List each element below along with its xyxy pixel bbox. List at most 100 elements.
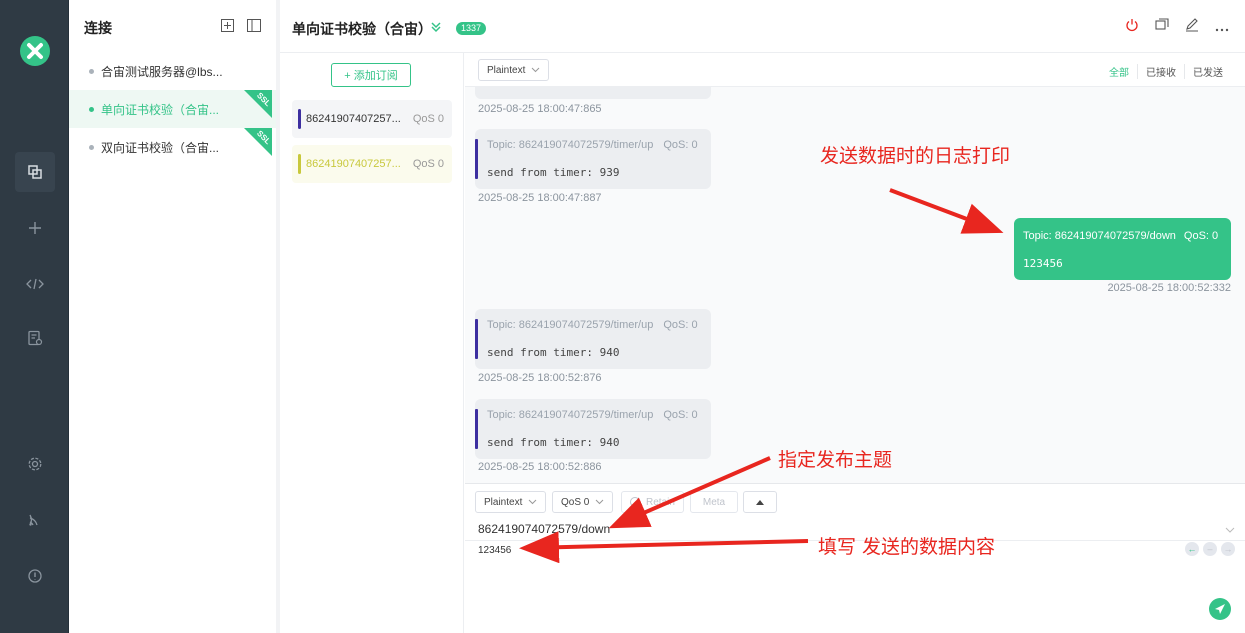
filter-received[interactable]: 已接收 [1137, 64, 1184, 79]
connection-label: 单向证书校验（合宙... [101, 102, 220, 117]
meta-label: Meta [702, 496, 726, 508]
chevron-down-icon [596, 499, 604, 505]
filter-all[interactable]: 全部 [1101, 64, 1137, 79]
sidebar-rail [0, 0, 69, 633]
message-time: 2025-08-25 18:00:52:886 [478, 461, 602, 473]
retain-label: Retain [646, 496, 675, 508]
message-time: 2025-08-25 18:00:47:865 [478, 103, 602, 115]
chevron-down-icon [532, 67, 540, 73]
chevron-down-icon [529, 499, 537, 505]
message-qos: QoS: 0 [663, 319, 698, 331]
subscription-item[interactable]: 86241907407257... QoS 0 [292, 100, 452, 138]
meta-button[interactable]: Meta [690, 491, 738, 513]
subscription-topic: 86241907407257... [306, 158, 401, 170]
message-time: 2025-08-25 18:00:52:876 [478, 372, 602, 384]
more-icon[interactable] [1215, 19, 1229, 37]
annotation-payload: 填写 发送的数据内容 [818, 536, 996, 558]
message-payload: send from timer: 939 [487, 166, 620, 179]
subscription-qos: QoS 0 [412, 158, 444, 170]
connection-header: 单向证书校验（合宙） 1337 [280, 0, 1245, 53]
retain-radio[interactable] [630, 497, 640, 507]
status-dot [89, 106, 94, 112]
message-topic: Topic: 862419074072579/down [1023, 230, 1176, 242]
chevron-down-icon[interactable] [1225, 520, 1235, 538]
plus-icon[interactable] [0, 208, 69, 248]
subscription-qos: QoS 0 [412, 113, 444, 125]
message-topic: Topic: 862419074072579/timer/up [487, 319, 654, 331]
connection-item-active[interactable]: 单向证书校验（合宙... SSL [69, 90, 276, 128]
script-icon[interactable] [0, 264, 69, 304]
message-qos: QoS: 0 [1183, 230, 1219, 242]
topic-color-bar [475, 319, 478, 359]
format-select[interactable]: Plaintext [478, 59, 550, 81]
message-topic-line: Topic: 862419074072579/down QoS: 0 [1023, 230, 1218, 242]
message-topic-line: Topic: 862419074072579/timer/up QoS: 0 [487, 139, 698, 151]
message-bubble-received[interactable]: Topic: 862419074072579/timer/up QoS: 0 se… [475, 309, 711, 369]
subscription-item[interactable]: 86241907407257... QoS 0 [292, 145, 452, 183]
subscription-color-bar [298, 154, 301, 174]
connections-icon[interactable] [15, 152, 55, 192]
status-dot [89, 68, 94, 74]
message-bubble-received[interactable]: Topic: 862419074072579/timer/up QoS: 0 se… [475, 129, 711, 189]
message-time: 2025-08-25 18:00:52:332 [1107, 282, 1231, 294]
connection-item[interactable]: 双向证书校验（合宙... SSL [69, 128, 276, 166]
message-bubble-partial [475, 87, 711, 99]
message-list[interactable]: Plaintext 全部 已接收 已发送 2025-08-25 18:00:47… [465, 53, 1245, 483]
new-connection-icon[interactable] [221, 19, 234, 37]
add-subscription-button[interactable]: + 添加订阅 [331, 63, 411, 87]
edit-icon[interactable] [1185, 18, 1199, 37]
minus-icon[interactable]: – [1203, 542, 1217, 556]
qos-select[interactable]: QoS 0 [552, 491, 614, 513]
message-toolbar: Plaintext 全部 已接收 已发送 [465, 53, 1245, 87]
message-topic-line: Topic: 862419074072579/timer/up QoS: 0 [487, 319, 698, 331]
connections-title: 连接 [84, 20, 112, 36]
feed-icon[interactable] [0, 500, 69, 540]
message-time: 2025-08-25 18:00:47:887 [478, 192, 602, 204]
topic-color-bar [475, 139, 478, 179]
filter-sent[interactable]: 已发送 [1184, 64, 1231, 79]
page-title: 单向证书校验（合宙） [292, 21, 432, 37]
send-icon [1215, 604, 1225, 614]
info-icon[interactable] [0, 556, 69, 596]
message-topic: Topic: 862419074072579/timer/up [487, 139, 654, 151]
settings-icon[interactable] [0, 444, 69, 484]
message-bubble-received[interactable]: Topic: 862419074072579/timer/up QoS: 0 se… [475, 399, 711, 459]
message-payload: send from timer: 940 [487, 346, 620, 359]
send-button[interactable] [1209, 598, 1231, 620]
message-bubble-sent[interactable]: Topic: 862419074072579/down QoS: 0 123456 [1014, 218, 1231, 280]
caret-up-icon [756, 499, 764, 505]
connection-item[interactable]: 合宙测试服务器@lbs... [69, 52, 276, 90]
connection-label: 双向证书校验（合宙... [101, 140, 220, 155]
log-icon[interactable] [0, 318, 69, 358]
annotation-topic: 指定发布主题 [778, 449, 893, 471]
message-count-badge: 1337 [456, 22, 487, 35]
message-filters: 全部 已接收 已发送 [1101, 64, 1231, 79]
message-topic-line: Topic: 862419074072579/timer/up QoS: 0 [487, 409, 698, 421]
layout-toggle-icon[interactable] [247, 19, 261, 37]
payload-format-value: Plaintext [484, 496, 523, 508]
arrow-left-icon[interactable]: ← [1185, 542, 1199, 556]
status-dot [89, 144, 94, 150]
message-payload: send from timer: 940 [487, 436, 620, 449]
new-window-icon[interactable] [1155, 18, 1169, 37]
subscription-topic: 86241907407257... [306, 113, 401, 125]
topic-color-bar [475, 409, 478, 449]
subscriptions-panel: + 添加订阅 86241907407257... QoS 0 862419074… [280, 53, 464, 633]
history-nav: ← – → [1185, 542, 1235, 556]
arrow-right-icon[interactable]: → [1221, 542, 1235, 556]
format-select-value: Plaintext [487, 64, 526, 76]
message-topic: Topic: 862419074072579/timer/up [487, 409, 654, 421]
connection-label: 合宙测试服务器@lbs... [101, 64, 223, 79]
chevron-double-down-icon[interactable] [430, 20, 442, 38]
qos-select-value: QoS 0 [561, 496, 590, 508]
expand-button[interactable] [743, 491, 777, 513]
message-payload: 123456 [1023, 257, 1063, 270]
power-icon[interactable] [1125, 18, 1139, 37]
message-qos: QoS: 0 [663, 139, 698, 151]
annotation-log: 发送数据时的日志打印 [820, 145, 1011, 167]
connections-panel: 连接 合宙测试服务器@lbs... 单向证书校验（合宙... SSL 双向证书校… [69, 0, 276, 633]
subscription-color-bar [298, 109, 301, 129]
payload-format-select[interactable]: Plaintext [475, 491, 547, 513]
retain-toggle[interactable]: Retain [621, 491, 684, 513]
logo-icon[interactable] [20, 36, 50, 66]
